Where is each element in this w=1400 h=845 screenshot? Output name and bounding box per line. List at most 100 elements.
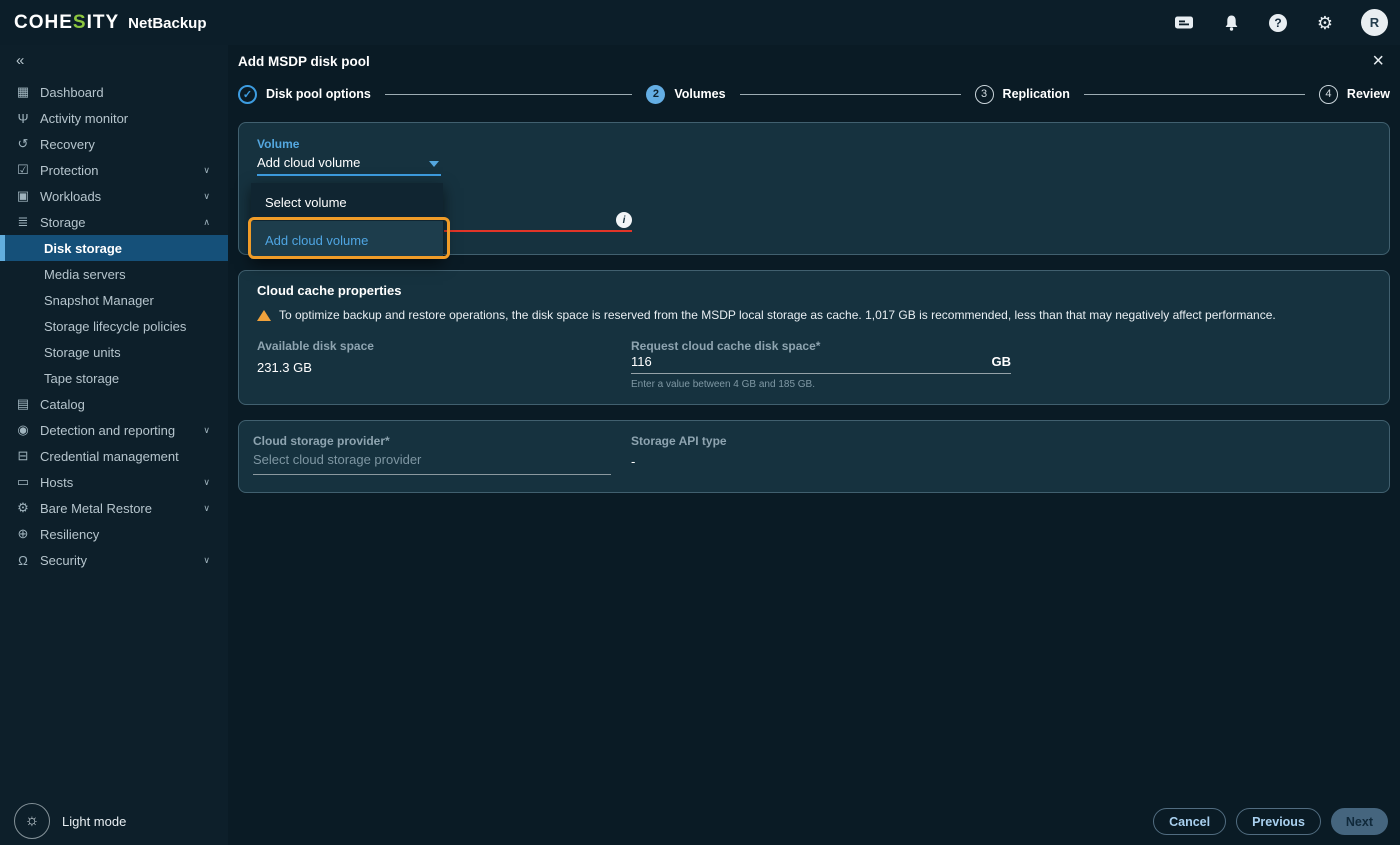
wizard-stepper: ✓Disk pool options 2Volumes 3Replication 4R… [238,81,1390,107]
sidebar-item-dashboard[interactable]: ▦ Dashboard [0,79,228,105]
available-disk-space-value: 231.3 GB [257,360,312,375]
sidebar-item-media-servers[interactable]: Media servers [0,261,228,287]
sidebar-item-credential-management[interactable]: ⊟Credential management [0,443,228,469]
provider-select-input[interactable] [253,452,611,467]
sidebar-item-activity-monitor[interactable]: Ψ Activity monitor [0,105,228,131]
license-icon[interactable] [1173,12,1195,34]
resiliency-icon: ⊕ [14,526,32,542]
volume-name-error-underline [444,230,632,232]
sidebar-item-label: Activity monitor [40,111,128,126]
sidebar-item-storage-lifecycle-policies[interactable]: Storage lifecycle policies [0,313,228,339]
provider-select-field [253,451,611,475]
volume-select[interactable]: Add cloud volume [257,154,441,176]
sidebar-item-label: Protection [40,163,99,178]
sun-icon: ☼ [14,803,50,839]
dashboard-icon: ▦ [14,84,32,100]
sidebar-item-label: Security [40,553,87,568]
step-connector [1084,94,1305,95]
security-lock-icon: Ω [14,553,32,568]
sidebar-item-label: Snapshot Manager [44,293,154,308]
page-title: Add MSDP disk pool [238,54,370,69]
sidebar-item-snapshot-manager[interactable]: Snapshot Manager [0,287,228,313]
notifications-bell-icon[interactable] [1220,12,1242,34]
chevron-down-icon [429,161,439,167]
catalog-book-icon: ▤ [14,396,32,412]
sidebar-item-label: Workloads [40,189,101,204]
cohesity-logo: COHESITY [14,12,119,34]
sidebar-item-label: Storage units [44,345,121,360]
next-button[interactable]: Next [1331,808,1388,835]
step-connector [740,94,961,95]
provider-label: Cloud storage provider* [253,434,390,448]
provider-panel: Cloud storage provider* Storage API type… [238,420,1390,493]
close-icon[interactable]: × [1372,51,1384,71]
request-cache-field: GB [631,354,1011,374]
step-connector [385,94,633,95]
sidebar-item-tape-storage[interactable]: Tape storage [0,365,228,391]
step-number: 3 [975,85,994,104]
step-complete-check-icon: ✓ [238,85,257,104]
sidebar: « ▦ Dashboard Ψ Activity monitor ↺Recovery ☑ P… [0,45,228,845]
chevron-down-icon: ∨ [203,425,210,436]
sidebar-item-storage[interactable]: ≣Storage∧ [0,209,228,235]
dropdown-option-add-cloud-volume[interactable]: Add cloud volume [251,221,443,259]
sidebar-item-resiliency[interactable]: ⊕Resiliency [0,521,228,547]
light-mode-toggle[interactable]: ☼ Light mode [14,803,126,839]
settings-gear-icon[interactable]: ⚙ [1314,12,1336,34]
sidebar-item-hosts[interactable]: ▭Hosts∨ [0,469,228,495]
request-cache-label: Request cloud cache disk space* [631,339,820,353]
workloads-briefcase-icon: ▣ [14,188,32,204]
sidebar-item-security[interactable]: Ω Security ∨ [0,547,228,573]
report-icon: ◉ [14,422,32,438]
sidebar-item-label: Media servers [44,267,126,282]
sidebar-item-disk-storage[interactable]: Disk storage [0,235,228,261]
top-bar: COHESITY NetBackup ? ⚙ R [0,0,1400,45]
sidebar-item-catalog[interactable]: ▤Catalog [0,391,228,417]
cache-panel-title: Cloud cache properties [257,283,401,298]
sidebar-item-workloads[interactable]: ▣Workloads∨ [0,183,228,209]
step-label: Review [1347,87,1390,101]
cloud-cache-panel: Cloud cache properties To optimize backu… [238,270,1390,405]
hosts-icon: ▭ [14,474,32,490]
storage-api-type-label: Storage API type [631,434,727,448]
volume-select-value: Add cloud volume [257,155,360,170]
sidebar-item-bare-metal-restore[interactable]: ⚙Bare Metal Restore∨ [0,495,228,521]
sidebar-nav: ▦ Dashboard Ψ Activity monitor ↺Recovery ☑ Pro… [0,79,228,573]
sidebar-item-recovery[interactable]: ↺Recovery [0,131,228,157]
sidebar-item-detection-reporting[interactable]: ◉ Detection and reporting ∨ [0,417,228,443]
sidebar-collapse-icon[interactable]: « [16,52,24,69]
info-icon[interactable]: i [616,212,632,228]
volume-panel: Volume Add cloud volume i Select volumeA… [238,122,1390,255]
sidebar-item-protection[interactable]: ☑ Protection ∨ [0,157,228,183]
sidebar-item-label: Dashboard [40,85,104,100]
light-mode-label: Light mode [62,814,126,829]
cancel-button[interactable]: Cancel [1153,808,1226,835]
step-number: 2 [646,85,665,104]
previous-button[interactable]: Previous [1236,808,1321,835]
activity-monitor-icon: Ψ [14,111,32,126]
step-2[interactable]: 2Volumes [646,85,725,104]
protection-shield-icon: ☑ [14,162,32,178]
storage-database-icon: ≣ [14,214,32,230]
sidebar-item-label: Recovery [40,137,95,152]
sidebar-item-label: Detection and reporting [40,423,175,438]
sidebar-item-storage-units[interactable]: Storage units [0,339,228,365]
chevron-down-icon: ∨ [203,165,210,176]
dropdown-option-select-volume[interactable]: Select volume [251,183,443,221]
step-4[interactable]: 4 Review [1319,85,1390,104]
help-icon[interactable]: ? [1267,12,1289,34]
chevron-down-icon: ∨ [203,555,210,566]
sidebar-item-label: Hosts [40,475,73,490]
wizard-footer: Cancel Previous Next [1153,808,1388,835]
step-3[interactable]: 3Replication [975,85,1070,104]
sidebar-item-label: Bare Metal Restore [40,501,152,516]
user-avatar[interactable]: R [1361,9,1388,36]
question-mark-glyph: ? [1269,14,1287,32]
sidebar-item-label: Disk storage [44,241,122,256]
chevron-up-icon: ∧ [203,217,210,228]
wizard-area: Add MSDP disk pool × ✓Disk pool options 2… [228,45,1400,845]
request-cache-input[interactable] [631,354,992,369]
step-1[interactable]: ✓Disk pool options [238,85,371,104]
sidebar-item-label: Tape storage [44,371,119,386]
step-number: 4 [1319,85,1338,104]
